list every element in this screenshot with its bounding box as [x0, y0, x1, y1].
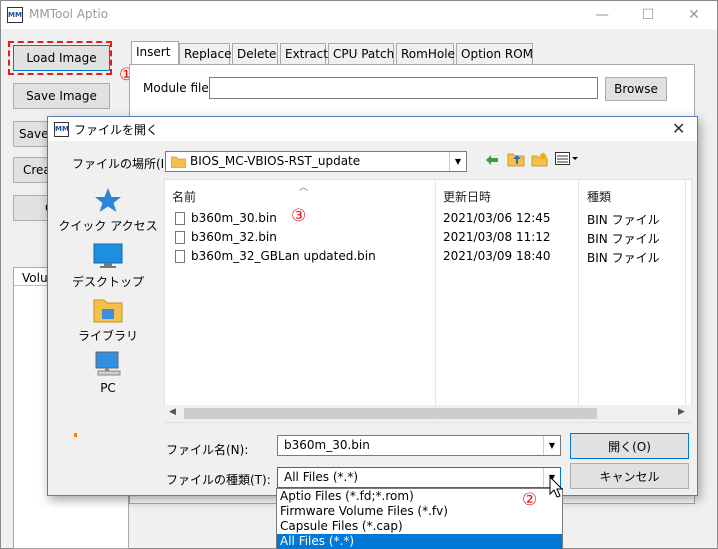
look-in-label: ファイルの場所(I):	[72, 157, 173, 171]
desktop-icon	[93, 243, 123, 268]
open-button[interactable]: 開く(O)	[570, 433, 689, 459]
sort-up-icon: ︿	[299, 183, 309, 193]
dialog-title-bar: MM ファイルを開く ✕	[48, 117, 697, 141]
filename-label: ファイル名(N):	[166, 443, 249, 457]
column-header-type[interactable]: 種類	[587, 188, 611, 205]
file-icon	[175, 250, 185, 263]
module-file-label: Module file	[143, 81, 209, 95]
horizontal-scrollbar[interactable]: ◀ ▶	[164, 405, 692, 422]
marker-2: ②	[522, 490, 538, 510]
scroll-left-icon[interactable]: ◀	[169, 407, 176, 417]
folder-icon	[171, 156, 186, 168]
look-in-value: BIOS_MC-VBIOS-RST_update	[190, 154, 361, 168]
file-type: BIN ファイル	[587, 232, 660, 246]
volume-column-header: Volu	[22, 271, 48, 285]
look-in-combo[interactable]: BIOS_MC-VBIOS-RST_update ▼	[165, 151, 467, 172]
tab-delete[interactable]: Delete	[232, 43, 278, 65]
places-bar: クイック アクセス デスクトップ ライブラリ PC	[58, 177, 158, 437]
filetype-option[interactable]: Aptio Files (*.fd;*.rom)	[277, 489, 562, 504]
module-file-input[interactable]	[209, 77, 598, 99]
tab-insert[interactable]: Insert	[131, 41, 179, 65]
place-label: クイック アクセス	[58, 219, 158, 233]
place-label: ライブラリ	[77, 329, 138, 343]
file-row[interactable]: b360m_32_GBLan updated.bin 2021/03/09 18…	[165, 247, 685, 266]
file-type: BIN ファイル	[587, 251, 660, 265]
tab-cpu-patch[interactable]: CPU Patch	[328, 43, 394, 65]
file-date: 2021/03/06 12:45	[443, 211, 551, 225]
filetype-dropdown[interactable]: Aptio Files (*.fd;*.rom) Firmware Volume…	[276, 488, 563, 549]
close-button[interactable]: ✕	[671, 1, 717, 29]
place-label: PC	[100, 381, 116, 395]
dialog-close-button[interactable]: ✕	[672, 119, 685, 138]
view-menu-icon[interactable]	[555, 152, 579, 166]
orange-dot	[74, 433, 77, 437]
filetype-option[interactable]: Firmware Volume Files (*.fv)	[277, 504, 562, 519]
load-image-button[interactable]: Load Image	[13, 45, 110, 71]
column-header-date[interactable]: 更新日時	[443, 188, 491, 205]
dialog-app-icon: MM	[54, 122, 69, 137]
marker-3: ③	[291, 206, 307, 226]
column-separator	[685, 180, 686, 424]
window-title: MMTool Aptio	[29, 7, 109, 21]
file-type: BIN ファイル	[587, 213, 660, 227]
filetype-option[interactable]: Capsule Files (*.cap)	[277, 519, 562, 534]
open-file-dialog: MM ファイルを開く ✕ ファイルの場所(I): BIOS_MC-VBIOS-R…	[47, 116, 698, 496]
place-pc[interactable]: PC	[58, 351, 158, 395]
place-quick-access[interactable]: クイック アクセス	[58, 187, 158, 234]
library-icon	[93, 299, 123, 323]
place-desktop[interactable]: デスクトップ	[58, 243, 158, 290]
chevron-down-icon[interactable]: ▼	[449, 152, 466, 171]
browse-button[interactable]: Browse	[605, 77, 667, 101]
tab-romhole[interactable]: RomHole	[396, 43, 455, 65]
up-folder-icon[interactable]	[507, 151, 525, 167]
filename-value: b360m_30.bin	[284, 438, 370, 452]
filetype-combo[interactable]: All Files (*.*) ▼	[277, 467, 561, 488]
pc-icon	[95, 351, 121, 376]
place-label: デスクトップ	[71, 275, 144, 289]
filetype-label: ファイルの種類(T):	[166, 473, 271, 487]
chevron-down-icon[interactable]: ▼	[543, 436, 560, 455]
filetype-value: All Files (*.*)	[284, 470, 359, 484]
scroll-thumb[interactable]	[184, 408, 597, 419]
file-date: 2021/03/09 18:40	[443, 249, 551, 263]
save-image-button[interactable]: Save Image	[13, 83, 110, 109]
file-name: b360m_32_GBLan updated.bin	[191, 249, 376, 263]
maximize-button[interactable]: ☐	[625, 1, 671, 29]
dialog-title: ファイルを開く	[74, 123, 159, 137]
place-library[interactable]: ライブラリ	[58, 297, 158, 344]
minimize-button[interactable]: —	[579, 1, 625, 29]
new-folder-icon[interactable]	[531, 151, 549, 167]
scroll-right-icon[interactable]: ▶	[678, 407, 685, 417]
file-name: b360m_32.bin	[191, 230, 277, 244]
file-date: 2021/03/08 11:12	[443, 230, 551, 244]
tab-replace[interactable]: Replace	[179, 43, 231, 65]
tab-option-rom[interactable]: Option ROM	[456, 43, 533, 65]
file-icon	[175, 231, 185, 244]
file-icon	[175, 212, 185, 225]
mouse-cursor-icon	[549, 476, 564, 498]
column-header-name[interactable]: 名前	[172, 188, 196, 205]
tab-extract[interactable]: Extract	[280, 43, 328, 65]
filetype-option-selected[interactable]: All Files (*.*)	[277, 534, 562, 549]
back-arrow-icon[interactable]	[484, 153, 500, 167]
file-row[interactable]: b360m_30.bin 2021/03/06 12:45 BIN ファイル	[165, 209, 685, 228]
app-icon: MM	[7, 7, 23, 23]
quick-access-star-icon	[95, 188, 121, 212]
file-row[interactable]: b360m_32.bin 2021/03/08 11:12 BIN ファイル	[165, 228, 685, 247]
file-name: b360m_30.bin	[191, 211, 277, 225]
title-bar: MM MMTool Aptio — ☐ ✕	[1, 1, 717, 29]
cancel-button[interactable]: キャンセル	[570, 463, 689, 489]
file-list[interactable]: ︿ 名前 更新日時 種類 b360m_30.bin 2021/03/06 12:…	[164, 179, 692, 424]
filename-combo[interactable]: b360m_30.bin ▼	[277, 435, 561, 456]
